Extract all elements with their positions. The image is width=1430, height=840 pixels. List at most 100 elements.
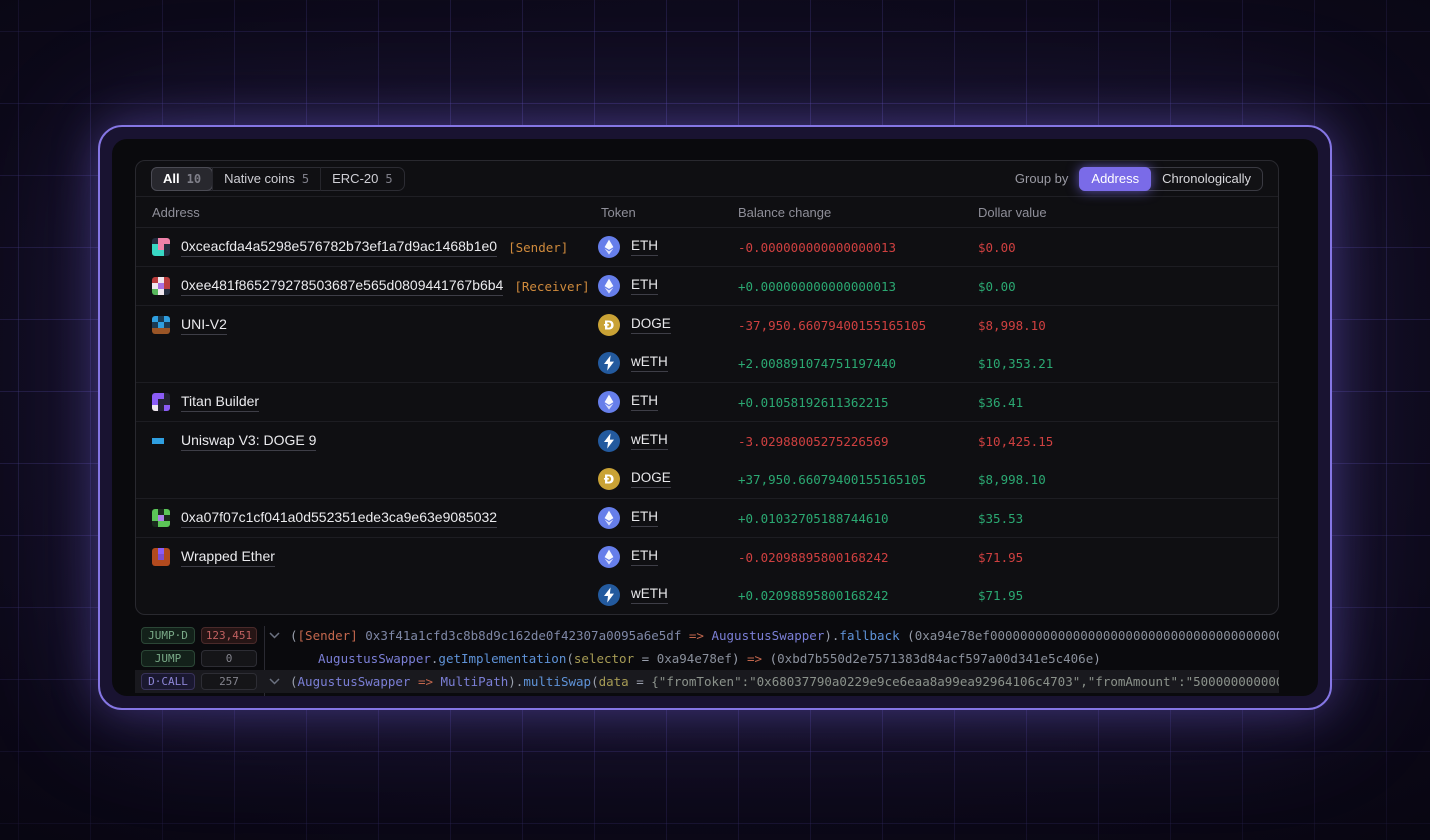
token-cell: Đ DOGE bbox=[598, 468, 738, 490]
token-entry-row: Đ DOGE +37,950.66079400155165105 $8,998.… bbox=[598, 460, 1278, 498]
balance-change-value: +37,950.66079400155165105 bbox=[738, 471, 927, 487]
table-toolbar: All 10 Native coins 5 ERC-20 5 Group by … bbox=[136, 161, 1278, 197]
token-entry-row: ETH -0.000000000000000013 $0.00 bbox=[598, 228, 1278, 266]
inner-panel: All 10 Native coins 5 ERC-20 5 Group by … bbox=[112, 139, 1318, 696]
token-entries: ETH -0.02098895800168242 $71.95 wETH +0.… bbox=[598, 538, 1278, 614]
token-label[interactable]: ETH bbox=[631, 393, 658, 411]
group-by-chronологically-button[interactable]: Chronologically bbox=[1151, 171, 1262, 186]
column-header-token: Token bbox=[601, 204, 636, 220]
column-header-balance-change: Balance change bbox=[738, 204, 832, 220]
doge-icon: Đ bbox=[598, 468, 620, 490]
token-label[interactable]: wETH bbox=[631, 586, 668, 604]
token-cell: ETH bbox=[598, 546, 738, 568]
tab-native-coins[interactable]: Native coins 5 bbox=[213, 167, 320, 191]
weth-icon bbox=[598, 584, 620, 606]
token-label[interactable]: DOGE bbox=[631, 470, 671, 488]
address-cell: Uniswap V3: DOGE 9 bbox=[136, 422, 598, 460]
address-avatar bbox=[152, 509, 170, 527]
address-cell: Titan Builder bbox=[136, 383, 598, 421]
token-label[interactable]: ETH bbox=[631, 548, 658, 566]
address-cell: 0xceacfda4a5298e576782b73ef1a7d9ac1468b1… bbox=[136, 228, 598, 266]
token-label[interactable]: ETH bbox=[631, 509, 658, 527]
token-cell: ETH bbox=[598, 391, 738, 413]
address-tag: [Receiver] bbox=[514, 278, 590, 294]
tab-erc20-count: 5 bbox=[385, 171, 393, 186]
token-label[interactable]: DOGE bbox=[631, 316, 671, 334]
token-cell: Đ DOGE bbox=[598, 314, 738, 336]
tab-all[interactable]: All 10 bbox=[151, 166, 214, 191]
group-by-address-button[interactable]: Address bbox=[1079, 166, 1152, 191]
address-link[interactable]: 0xceacfda4a5298e576782b73ef1a7d9ac1468b1… bbox=[181, 238, 498, 257]
address-link[interactable]: 0xa07f07c1cf041a0d552351ede3ca9e63e90850… bbox=[181, 509, 498, 528]
address-link[interactable]: Wrapped Ether bbox=[181, 548, 275, 567]
address-tag: [Sender] bbox=[508, 239, 569, 255]
token-label[interactable]: ETH bbox=[631, 238, 658, 256]
token-label[interactable]: wETH bbox=[631, 354, 668, 372]
trace-row[interactable]: D·CALL 257 (AugustusSwapper => MultiPath… bbox=[135, 670, 1279, 693]
trace-row[interactable] bbox=[135, 693, 1279, 696]
address-group-row: Wrapped Ether ETH -0.02098895800168242 $… bbox=[136, 538, 1278, 614]
token-entry-row: ETH +0.01058192611362215 $36.41 bbox=[598, 383, 1278, 421]
eth-icon bbox=[598, 275, 620, 297]
address-link[interactable]: 0xee481f865279278503687e565d0809441767b6… bbox=[181, 277, 504, 296]
weth-icon bbox=[598, 430, 620, 452]
trace-code-line: ([Sender] 0x3f41a1cfd3c8b8d9c162de0f4230… bbox=[290, 628, 1279, 643]
chevron-down-icon[interactable] bbox=[269, 632, 281, 639]
address-avatar bbox=[152, 432, 170, 450]
call-trace-panel: JUMP·D 123,451 ([Sender] 0x3f41a1cfd3c8b… bbox=[135, 624, 1279, 696]
eth-icon bbox=[598, 391, 620, 413]
balance-change-value: +0.02098895800168242 bbox=[738, 587, 889, 603]
address-avatar bbox=[152, 393, 170, 411]
token-entry-row: wETH -3.02988005275226569 $10,425.15 bbox=[598, 422, 1278, 460]
address-link[interactable]: Titan Builder bbox=[181, 393, 260, 412]
group-by-label: Group by bbox=[1014, 171, 1069, 186]
dollar-value: $8,998.10 bbox=[978, 471, 1046, 487]
address-cell: UNI-V2 bbox=[136, 306, 598, 344]
trace-row[interactable]: JUMP 0 AugustusSwapper.getImplementation… bbox=[135, 647, 1279, 670]
token-entries: ETH +0.01058192611362215 $36.41 bbox=[598, 383, 1278, 421]
address-group-row: 0xceacfda4a5298e576782b73ef1a7d9ac1468b1… bbox=[136, 228, 1278, 267]
address-group-row: UNI-V2 Đ DOGE -37,950.66079400155165105 … bbox=[136, 306, 1278, 383]
table-header-row: Address Token Balance change Dollar valu… bbox=[136, 197, 1278, 228]
dollar-value: $10,353.21 bbox=[978, 355, 1054, 371]
address-link[interactable]: UNI-V2 bbox=[181, 316, 227, 335]
page-background: All 10 Native coins 5 ERC-20 5 Group by … bbox=[0, 0, 1430, 840]
dollar-value: $0.00 bbox=[978, 278, 1016, 294]
weth-icon bbox=[598, 352, 620, 374]
token-label[interactable]: ETH bbox=[631, 277, 658, 295]
gas-count-badge: 123,451 bbox=[201, 627, 257, 644]
filter-tab-group: All 10 Native coins 5 ERC-20 5 bbox=[151, 166, 405, 191]
tab-native-coins-label: Native coins bbox=[224, 171, 295, 186]
doge-icon: Đ bbox=[598, 314, 620, 336]
tab-erc20[interactable]: ERC-20 5 bbox=[321, 167, 403, 191]
gas-count-badge: 257 bbox=[201, 673, 257, 690]
token-cell: wETH bbox=[598, 352, 738, 374]
token-cell: wETH bbox=[598, 584, 738, 606]
address-link[interactable]: Uniswap V3: DOGE 9 bbox=[181, 432, 317, 451]
address-cell: 0xee481f865279278503687e565d0809441767b6… bbox=[136, 267, 598, 305]
eth-icon bbox=[598, 546, 620, 568]
address-avatar bbox=[152, 548, 170, 566]
table-body: 0xceacfda4a5298e576782b73ef1a7d9ac1468b1… bbox=[136, 228, 1278, 614]
column-header-address: Address bbox=[152, 204, 200, 220]
svg-text:Đ: Đ bbox=[604, 318, 614, 333]
chevron-down-icon[interactable] bbox=[269, 678, 281, 685]
dollar-value: $10,425.15 bbox=[978, 433, 1054, 449]
token-entries: Đ DOGE -37,950.66079400155165105 $8,998.… bbox=[598, 306, 1278, 382]
dollar-value: $0.00 bbox=[978, 239, 1016, 255]
trace-code-line: AugustusSwapper.getImplementation(select… bbox=[318, 651, 1101, 666]
tab-all-count: 10 bbox=[186, 171, 202, 186]
trace-row[interactable]: JUMP·D 123,451 ([Sender] 0x3f41a1cfd3c8b… bbox=[135, 624, 1279, 647]
opcode-badge: JUMP bbox=[141, 650, 195, 667]
token-entries: ETH -0.000000000000000013 $0.00 bbox=[598, 228, 1278, 266]
address-group-row: Titan Builder ETH +0.01058192611362215 $… bbox=[136, 383, 1278, 422]
balance-change-value: -3.02988005275226569 bbox=[738, 433, 889, 449]
address-avatar bbox=[152, 238, 170, 256]
eth-icon bbox=[598, 507, 620, 529]
balance-changes-window: All 10 Native coins 5 ERC-20 5 Group by … bbox=[98, 125, 1332, 710]
token-label[interactable]: wETH bbox=[631, 432, 668, 450]
address-avatar bbox=[152, 277, 170, 295]
dollar-value: $71.95 bbox=[978, 587, 1024, 603]
svg-text:Đ: Đ bbox=[604, 472, 614, 487]
address-group-row: 0xa07f07c1cf041a0d552351ede3ca9e63e90850… bbox=[136, 499, 1278, 538]
